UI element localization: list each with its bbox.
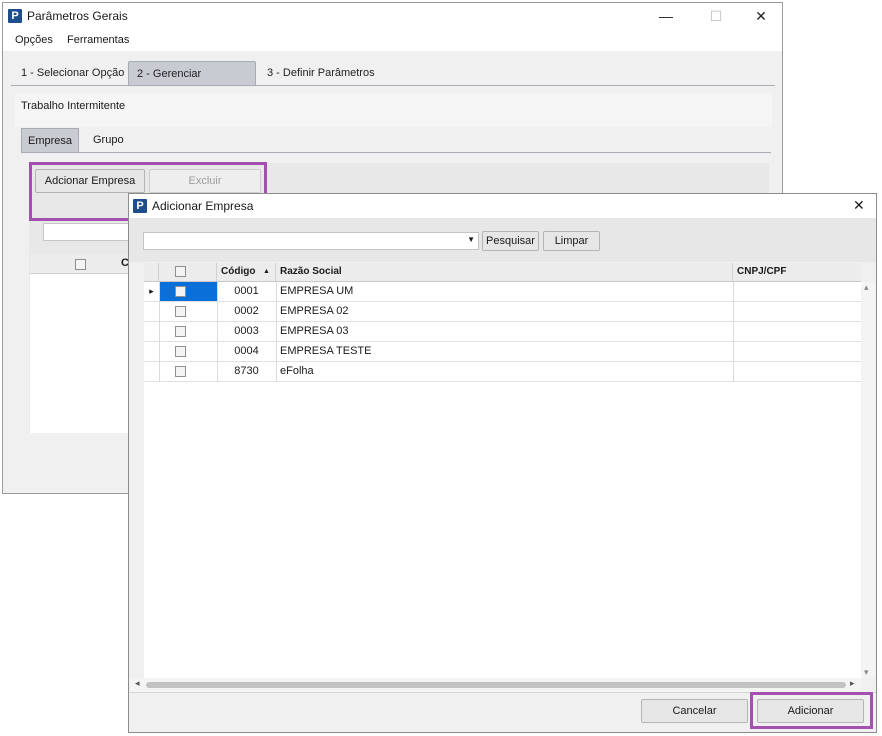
row-codigo: 8730 [234,365,259,377]
header-codigo[interactable]: Código ▲ [217,263,276,281]
row-cnpj [737,282,857,301]
menu-opcoes[interactable]: Opções [15,34,53,46]
search-combo[interactable]: ▼ [143,232,479,250]
grid-header: Código ▲ Razão Social CNPJ/CPF [144,263,861,282]
header-indicator [144,263,159,281]
header-codigo-label: Código [221,266,256,277]
row-razao: EMPRESA UM [280,285,354,297]
table-row[interactable]: ▸ 0001 EMPRESA UM [144,282,861,302]
title-bar: P Parâmetros Gerais — ☐ ✕ [3,3,782,29]
row-checkbox[interactable] [175,306,186,317]
row-select-cell[interactable] [159,322,217,341]
window-title: Parâmetros Gerais [27,9,128,23]
row-checkbox[interactable] [175,286,186,297]
row-cnpj [737,362,857,381]
row-razao: EMPRESA 03 [280,325,349,337]
row-codigo: 0004 [234,345,259,357]
horizontal-scrollbar[interactable]: ◂ ▸ [130,678,861,692]
row-pointer-icon: ▸ [149,286,154,296]
close-icon[interactable]: ✕ [738,3,784,29]
row-cnpj [737,302,857,321]
dialog-logo-icon: P [133,199,147,213]
scroll-down-icon[interactable]: ▾ [864,667,869,678]
col-divider [276,282,277,382]
section-panel: Trabalho Intermitente [15,93,772,127]
scroll-left-icon[interactable]: ◂ [135,678,140,689]
row-select-cell[interactable] [159,342,217,361]
scroll-thumb[interactable] [146,682,846,688]
grid-header: C [30,254,130,274]
row-codigo: 0001 [234,285,259,297]
search-button[interactable]: Pesquisar [482,231,539,251]
dialog-title: Adicionar Empresa [152,199,254,213]
row-razao: EMPRESA TESTE [280,345,372,357]
scroll-right-icon[interactable]: ▸ [850,678,855,689]
select-all-checkbox[interactable] [175,266,186,277]
adicionar-empresa-dialog: P Adicionar Empresa ✕ ▼ Pesquisar Limpar… [128,193,877,733]
highlight-confirm-button [750,692,873,729]
dialog-title-bar: P Adicionar Empresa ✕ [129,194,876,218]
table-row[interactable]: 0002 EMPRESA 02 [144,302,861,322]
col-divider [217,282,218,382]
grid-body [30,274,130,434]
row-select-cell[interactable] [159,362,217,381]
dropdown-icon[interactable]: ▼ [467,235,475,244]
table-row[interactable]: 8730 eFolha [144,362,861,382]
app-logo-icon: P [8,9,22,23]
maximize-icon[interactable]: ☐ [693,3,739,29]
filter-input[interactable] [43,223,133,241]
vertical-scrollbar[interactable]: ▴ ▾ [861,282,875,678]
header-cnpj[interactable]: CNPJ/CPF [733,263,861,281]
tab-selecionar-opcao[interactable]: 1 - Selecionar Opção [13,61,132,85]
scroll-up-icon[interactable]: ▴ [864,282,869,293]
col-divider [159,282,160,382]
row-cnpj [737,342,857,361]
row-razao: EMPRESA 02 [280,305,349,317]
tab-definir-parametros[interactable]: 3 - Definir Parâmetros [259,61,383,85]
header-razao-social[interactable]: Razão Social [276,263,733,281]
sort-asc-icon: ▲ [263,268,270,275]
minimize-icon[interactable]: — [643,3,689,29]
cancel-button[interactable]: Cancelar [641,699,748,723]
row-razao: eFolha [280,365,314,377]
dialog-close-icon[interactable]: ✕ [853,197,865,214]
row-select-cell[interactable] [159,302,217,321]
subtab-grupo[interactable]: Grupo [87,128,130,152]
select-all-checkbox[interactable] [75,259,86,270]
subtab-divider [21,152,771,153]
clear-button[interactable]: Limpar [543,231,600,251]
section-label: Trabalho Intermitente [21,100,126,112]
subtab-empresa[interactable]: Empresa [21,128,79,152]
header-select [159,263,217,281]
row-checkbox[interactable] [175,326,186,337]
menu-bar: Opções Ferramentas [3,29,782,51]
table-row[interactable]: 0004 EMPRESA TESTE [144,342,861,362]
menu-ferramentas[interactable]: Ferramentas [67,34,129,46]
row-codigo: 0003 [234,325,259,337]
table-row[interactable]: 0003 EMPRESA 03 [144,322,861,342]
row-checkbox[interactable] [175,366,186,377]
row-select-cell[interactable] [159,282,217,301]
col-divider [733,282,734,382]
row-codigo: 0002 [234,305,259,317]
row-cnpj [737,322,857,341]
tab-divider [11,85,775,86]
tab-gerenciar-empresas[interactable]: 2 - Gerenciar Empresas [128,61,256,104]
row-checkbox[interactable] [175,346,186,357]
